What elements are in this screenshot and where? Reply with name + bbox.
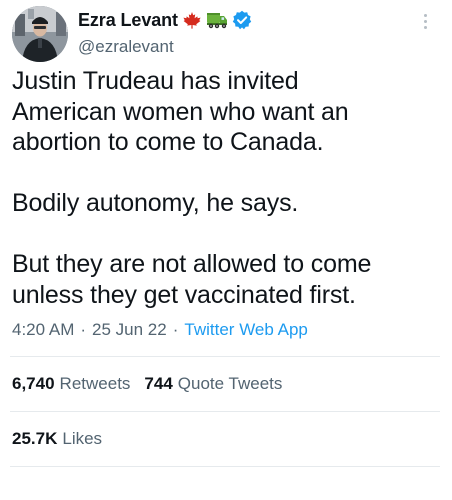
retweets-count: 6,740 (12, 374, 55, 393)
tweet-paragraph: But they are not allowed to come unless … (12, 250, 372, 309)
author-handle[interactable]: @ezralevant (78, 37, 252, 57)
tweet-header: Ezra Levant @ezralevant (12, 0, 438, 66)
likes-count: 25.7K (12, 429, 58, 448)
truck-icon (206, 11, 228, 29)
tweet-paragraph: Bodily autonomy, he says. (12, 189, 299, 217)
author-identity: Ezra Levant @ezralevant (78, 6, 252, 57)
quote-tweets-label: Quote Tweets (177, 374, 283, 393)
tweet-card: Ezra Levant @ezralevant Justin Trudeau h… (0, 0, 452, 500)
avatar-image (12, 6, 68, 62)
verified-badge-icon (232, 10, 252, 30)
quote-tweets-stat[interactable]: 744 Quote Tweets (144, 374, 282, 394)
likes-label: Likes (62, 429, 103, 448)
meta-separator: · (172, 320, 179, 339)
tweet-source-link[interactable]: Twitter Web App (184, 320, 307, 340)
avatar[interactable] (12, 6, 68, 62)
likes-stat[interactable]: 25.7K Likes (12, 429, 102, 449)
tweet-text: Justin Trudeau has invited American wome… (12, 66, 438, 310)
divider (10, 466, 440, 467)
tweet-time[interactable]: 4:20 AM (12, 320, 74, 340)
tweet-date[interactable]: 25 Jun 22 (92, 320, 167, 340)
likes-row: 25.7K Likes (12, 412, 438, 466)
retweets-label: Retweets (59, 374, 131, 393)
quote-tweets-count: 744 (144, 374, 173, 393)
tweet-metadata: 4:20 AM · 25 Jun 22 · Twitter Web App (12, 318, 438, 342)
meta-separator: · (80, 320, 87, 339)
engagement-stats: 6,740 Retweets 744 Quote Tweets (12, 357, 438, 411)
tweet-paragraph: Justin Trudeau has invited American wome… (12, 67, 349, 156)
name-row: Ezra Levant (78, 8, 252, 32)
retweets-stat[interactable]: 6,740 Retweets (12, 374, 130, 394)
more-options-icon[interactable] (416, 10, 434, 32)
maple-leaf-icon (182, 11, 202, 29)
display-name[interactable]: Ezra Levant (78, 10, 178, 31)
